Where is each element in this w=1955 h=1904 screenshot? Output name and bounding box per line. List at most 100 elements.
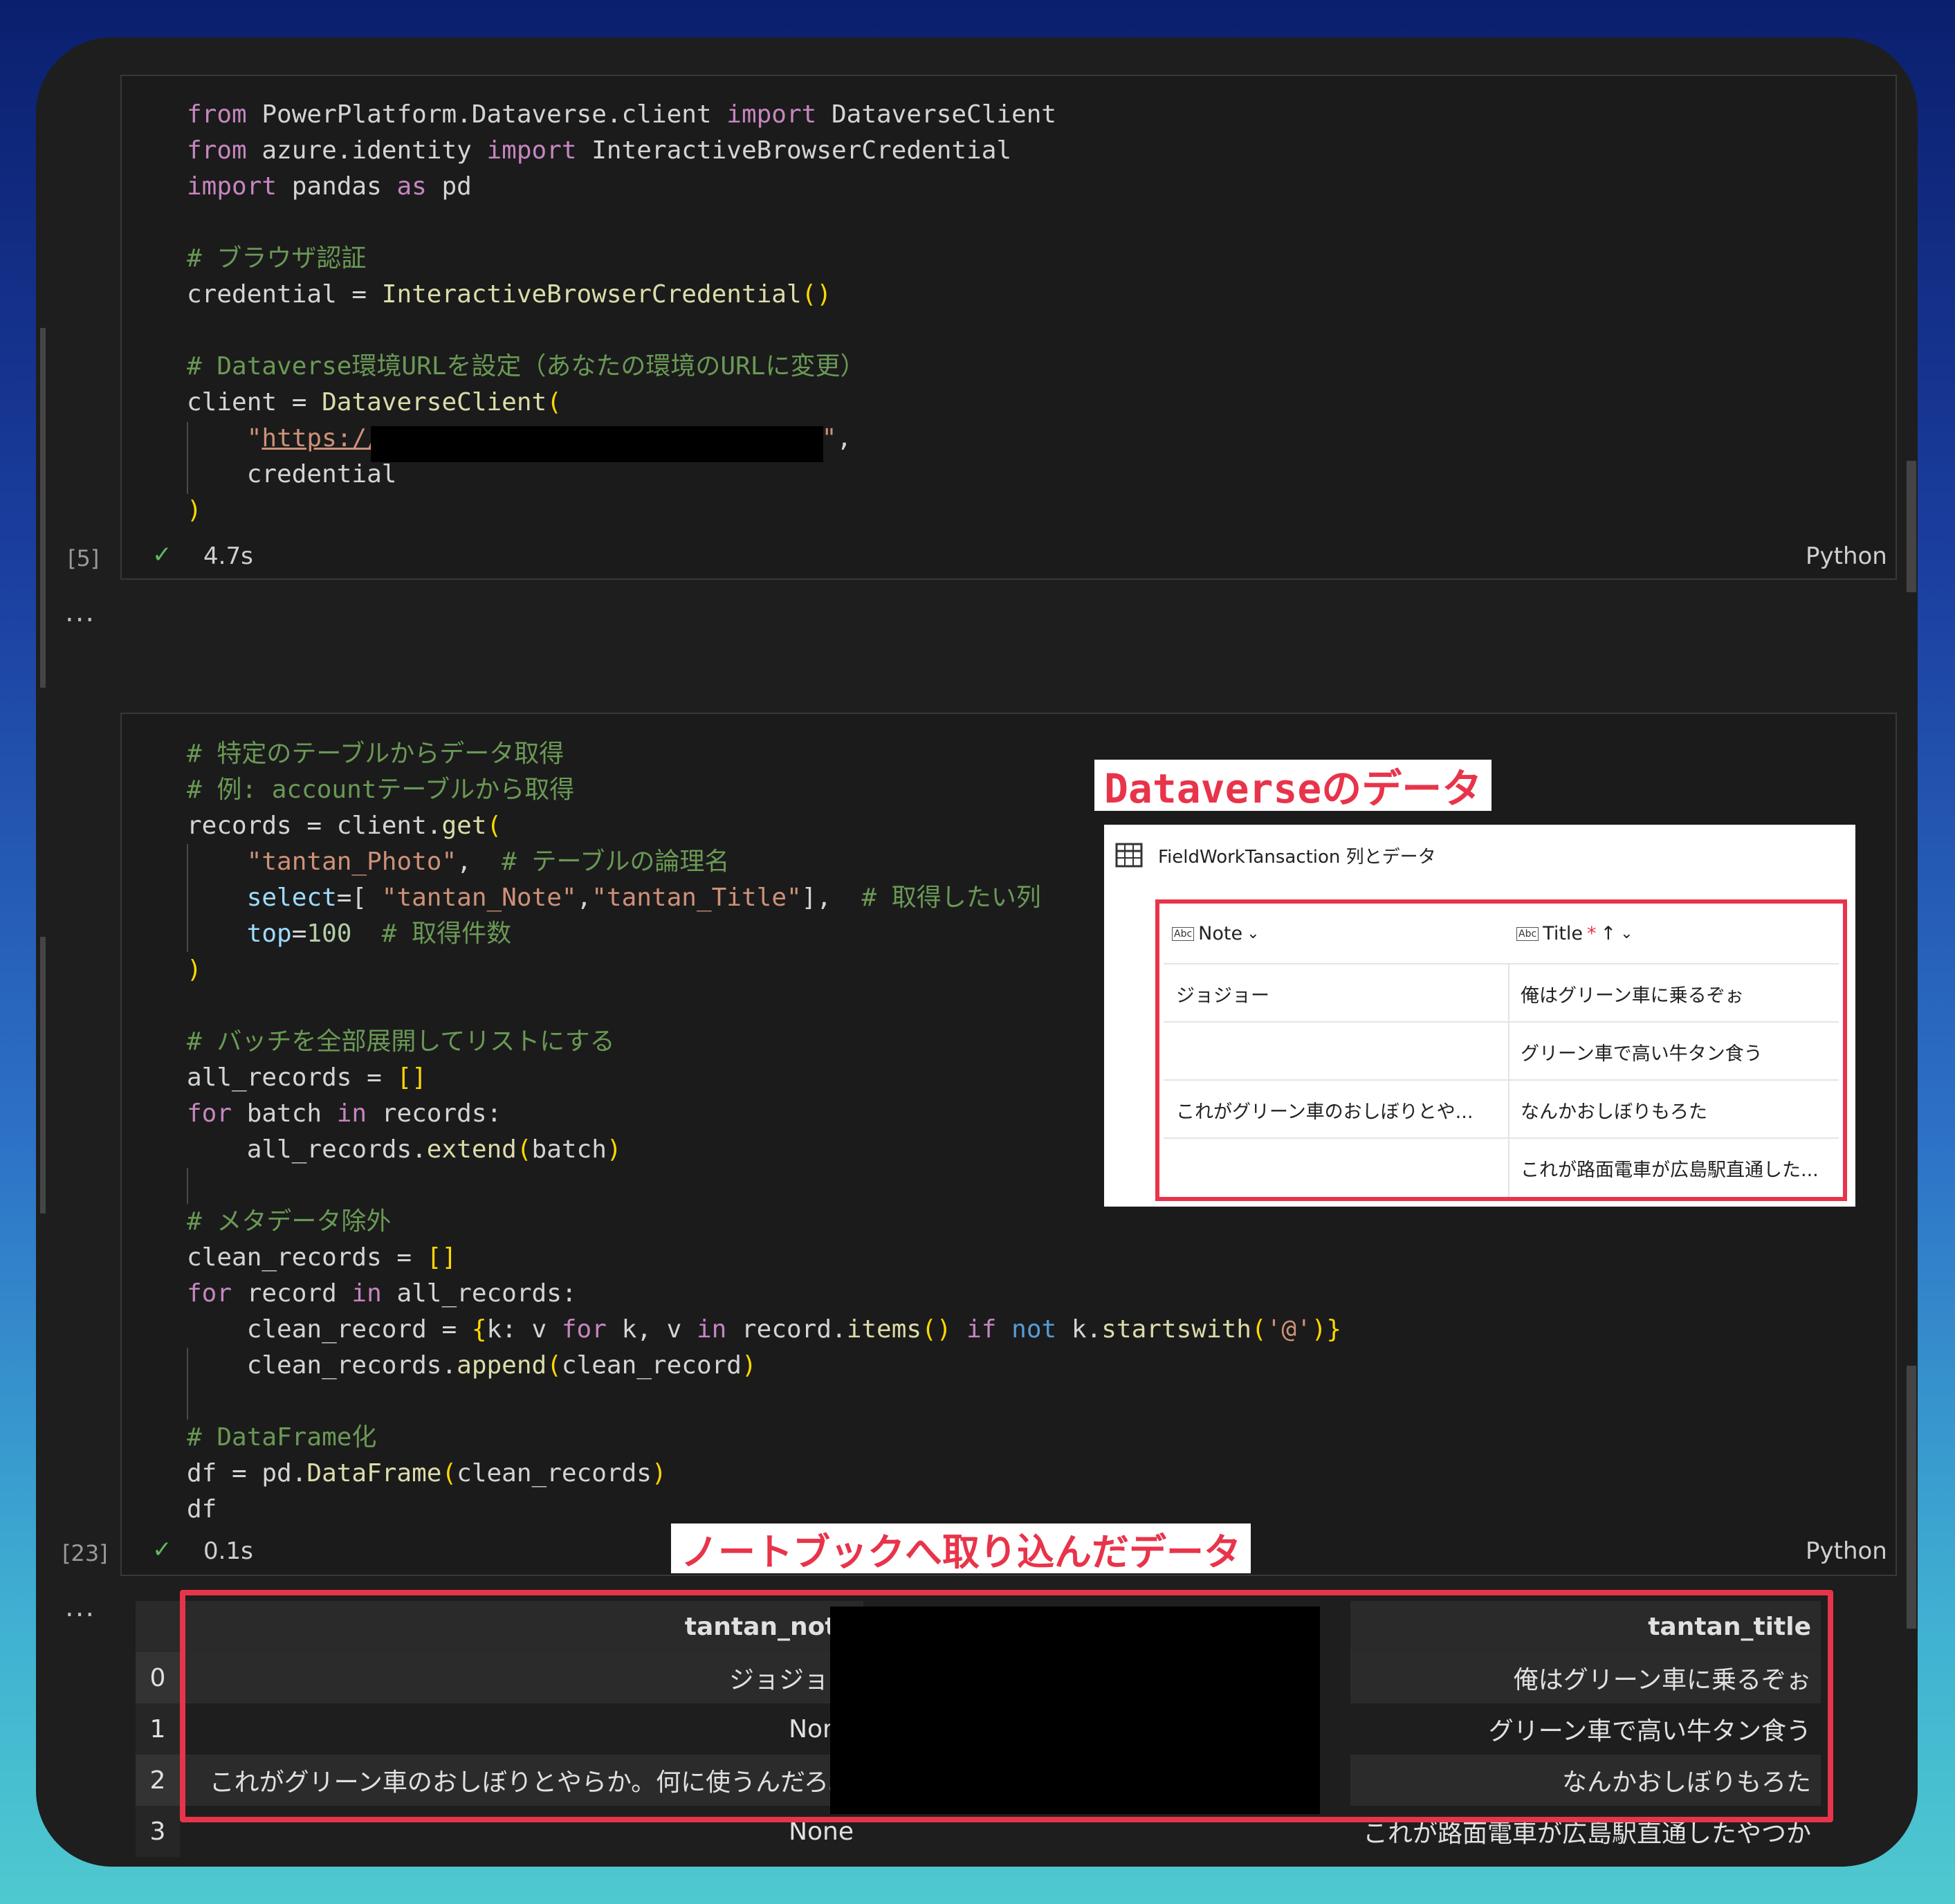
cell-focus-indicator — [40, 328, 46, 688]
code-text: DataverseClient — [816, 100, 1057, 129]
row-index: 3 — [136, 1806, 180, 1857]
bracket: [] — [426, 1243, 457, 1272]
function-name: InteractiveBrowserCredential — [381, 280, 802, 309]
code-text: credential — [246, 460, 397, 488]
bracket: ( — [516, 1135, 532, 1164]
code-text: clean_record — [561, 1351, 742, 1380]
code-comment: # ブラウザ認証 — [187, 244, 367, 273]
grid-row[interactable]: グリーン車で高い牛タン食う — [1164, 1021, 1839, 1081]
title-cell[interactable]: これが路面電車が広島駅直通した... — [1521, 1139, 1846, 1197]
scrollbar-thumb[interactable] — [1907, 1366, 1916, 1629]
string-literal: "tantan_Title" — [591, 884, 802, 912]
keyword: in — [336, 1099, 367, 1128]
keyword: from — [187, 100, 247, 129]
code-text: azure.identity — [246, 136, 487, 165]
grid-row[interactable]: これがグリーン車のおしぼりとや... なんかおしぼりもろた — [1164, 1079, 1839, 1139]
dataverse-panel-header: FieldWorkTansaction 列とデータ — [1115, 834, 1436, 876]
bracket: { — [471, 1315, 487, 1344]
bracket: ) — [741, 1351, 757, 1380]
code-text: batch — [531, 1135, 607, 1164]
column-label: Title — [1543, 923, 1584, 944]
keyword: for — [187, 1099, 232, 1128]
execution-count: [23] — [62, 1540, 108, 1566]
string-literal: "tantan_Note" — [381, 884, 577, 912]
highlight-frame — [180, 1590, 1833, 1822]
keyword: in — [696, 1315, 727, 1344]
keyword: in — [351, 1279, 382, 1308]
parameter-name: select — [246, 884, 337, 912]
notebook-window: from PowerPlatform.Dataverse.client impo… — [36, 37, 1918, 1867]
output-more-icon[interactable]: ... — [65, 596, 95, 628]
indent-guide — [187, 1348, 188, 1420]
function-name: DataverseClient — [322, 388, 547, 416]
code-text: record — [232, 1279, 352, 1308]
code-text: InteractiveBrowserCredential — [576, 136, 1012, 165]
code-comment: # 例: accountテーブルから取得 — [187, 776, 575, 804]
column-header-title[interactable]: Abc Title * ↑ ⌄ — [1516, 923, 1633, 944]
title-cell[interactable]: グリーン車で高い牛タン食う — [1521, 1023, 1846, 1081]
column-divider — [1508, 964, 1509, 1023]
code-text: , — [576, 884, 592, 912]
bracket: ) — [651, 1459, 667, 1488]
bracket: ( — [547, 388, 562, 416]
note-cell[interactable]: ジョジョー — [1176, 964, 1501, 1023]
indent-guide — [187, 1168, 188, 1204]
bracket: ) — [187, 496, 202, 524]
keyword: for — [187, 1279, 232, 1308]
row-index: 0 — [136, 1652, 180, 1703]
bracket: () — [921, 1315, 952, 1344]
title-cell[interactable]: 俺はグリーン車に乗るぞぉ — [1521, 964, 1846, 1023]
chevron-down-icon: ⌄ — [1620, 925, 1633, 942]
dataverse-table-panel: FieldWorkTansaction 列とデータ Abc Note ⌄ Abc… — [1104, 825, 1855, 1207]
row-index: 2 — [136, 1755, 180, 1806]
bracket: [] — [396, 1063, 427, 1092]
note-cell[interactable] — [1176, 1023, 1501, 1081]
scrollbar-thumb[interactable] — [1907, 461, 1916, 592]
note-cell[interactable]: これがグリーン車のおしぼりとや... — [1176, 1081, 1501, 1139]
code-text: k: v — [486, 1315, 562, 1344]
string-quote: " — [246, 424, 262, 452]
string-literal: '@' — [1266, 1315, 1312, 1344]
code-text: clean_records = — [187, 1243, 427, 1272]
code-comment: # テーブルの論理名 — [502, 848, 730, 876]
execution-count: [5] — [68, 545, 100, 571]
cell-language[interactable]: Python — [1806, 1537, 1887, 1565]
code-text: all_records: — [381, 1279, 577, 1308]
notebook-badge: ノートブックへ取り込んだデータ — [671, 1523, 1251, 1574]
code-text: records = client. — [187, 812, 442, 840]
url-link[interactable]: https:// — [261, 424, 381, 452]
code-comment: # 特定のテーブルからデータ取得 — [187, 740, 565, 768]
bracket: ) — [187, 955, 202, 984]
code-comment: # バッチを全部展開してリストにする — [187, 1027, 615, 1056]
code-text: record. — [726, 1315, 847, 1344]
keyword: if — [966, 1315, 997, 1344]
code-editor-cell-1[interactable]: from PowerPlatform.Dataverse.client impo… — [187, 97, 1056, 529]
bracket: ) — [1311, 1315, 1327, 1344]
dataverse-panel-title: FieldWorkTansaction 列とデータ — [1158, 846, 1436, 868]
row-index: 1 — [136, 1703, 180, 1755]
indent-guide — [187, 844, 188, 952]
bracket: ( — [1251, 1315, 1267, 1344]
execution-time: 0.1s — [203, 1537, 253, 1565]
grid-row[interactable]: ジョジョー 俺はグリーン車に乗るぞぉ — [1164, 963, 1839, 1023]
chevron-down-icon: ⌄ — [1247, 925, 1260, 942]
code-text: clean_records. — [246, 1351, 457, 1380]
grid-row[interactable]: これが路面電車が広島駅直通した... — [1164, 1137, 1839, 1197]
code-text: records: — [367, 1099, 502, 1128]
output-more-icon[interactable]: ... — [65, 1591, 95, 1623]
cell-language[interactable]: Python — [1806, 542, 1887, 570]
sort-ascending-icon: ↑ — [1600, 923, 1617, 944]
string-quote: " — [821, 424, 837, 452]
title-cell[interactable]: なんかおしぼりもろた — [1521, 1081, 1846, 1139]
code-text: PowerPlatform.Dataverse.client — [246, 100, 727, 129]
column-divider — [1508, 1023, 1509, 1081]
keyword: not — [1011, 1315, 1057, 1344]
code-text: , — [836, 424, 852, 452]
note-cell[interactable] — [1176, 1139, 1501, 1197]
dataverse-data-grid: Abc Note ⌄ Abc Title * ↑ ⌄ ジョジョー 俺はグリーン車… — [1155, 899, 1847, 1201]
column-header-note[interactable]: Abc Note ⌄ — [1172, 923, 1260, 944]
code-text: batch — [232, 1099, 337, 1128]
code-text: all_records. — [246, 1135, 427, 1164]
execution-time: 4.7s — [203, 542, 253, 570]
